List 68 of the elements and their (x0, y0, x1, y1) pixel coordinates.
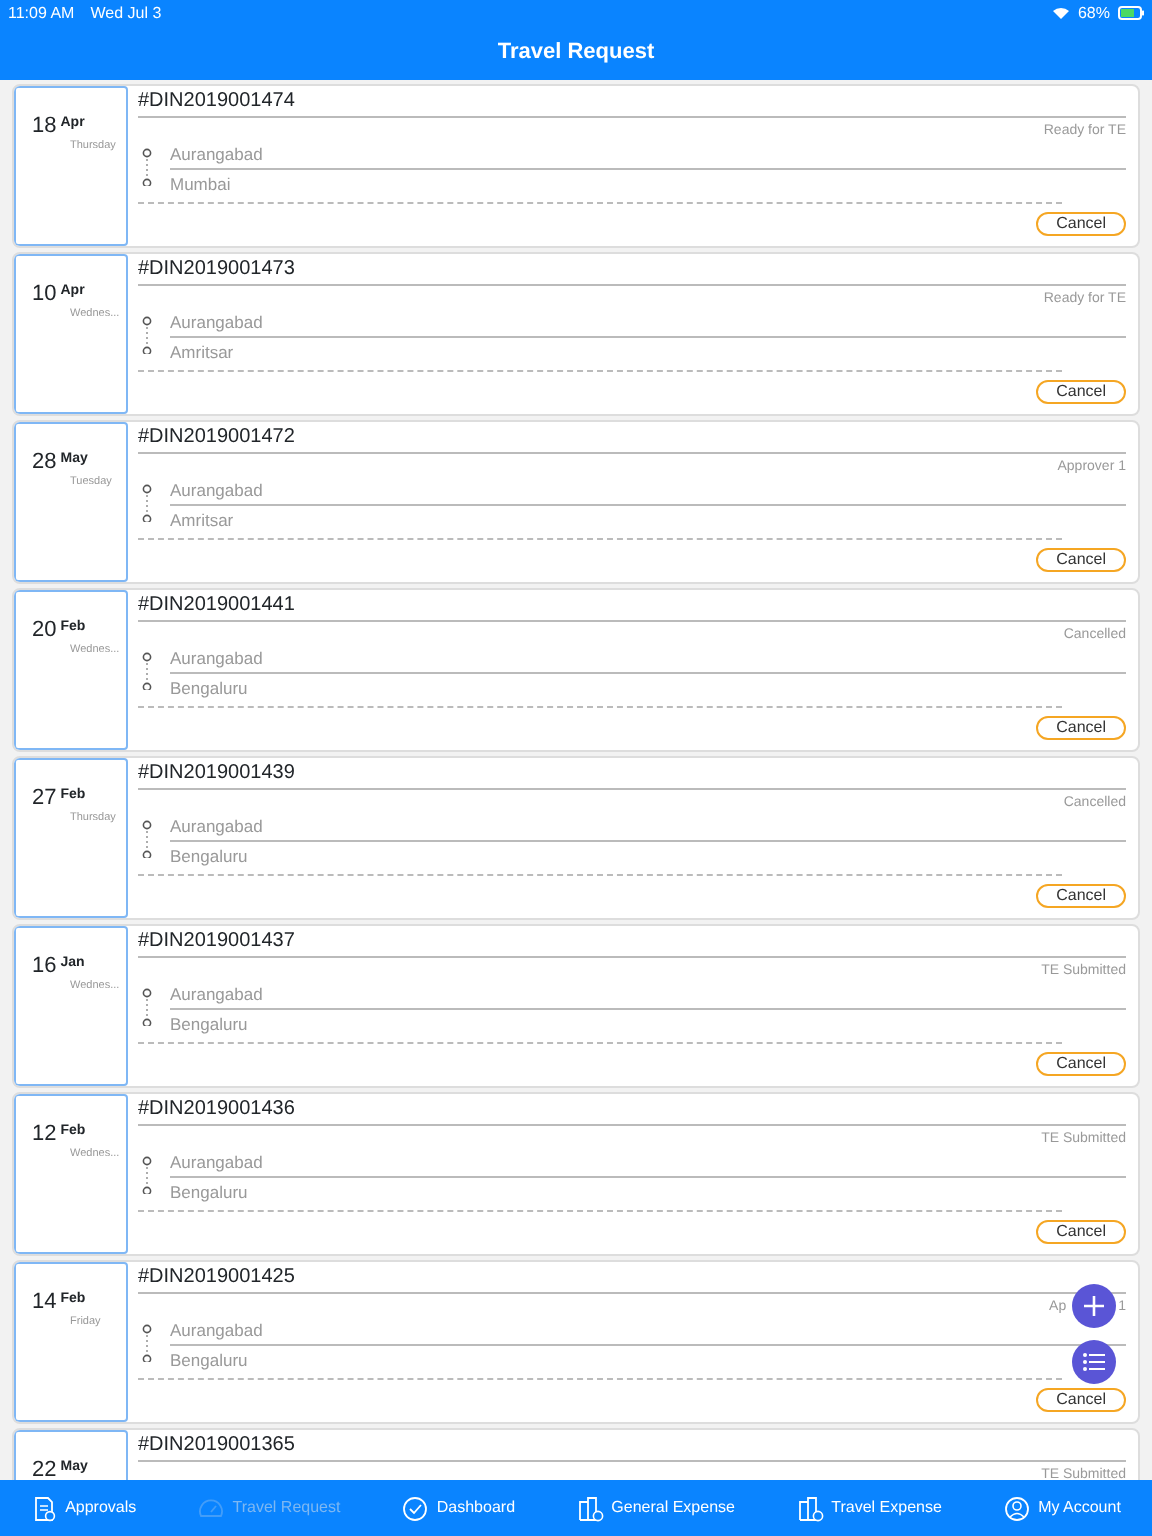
day-number: 27 (32, 788, 57, 810)
list-icon (1082, 1352, 1106, 1372)
day-number: 28 (32, 452, 57, 474)
cancel-button[interactable]: Cancel (1036, 1388, 1126, 1412)
tab-item[interactable]: My Account (1004, 1495, 1121, 1521)
wifi-icon (1051, 6, 1070, 20)
time: 11:09 AM (8, 1, 75, 25)
origin-city: Aurangabad (170, 984, 263, 1006)
destination-city: Amritsar (170, 342, 234, 364)
request-id: #DIN2019001365 (138, 1434, 1126, 1462)
route-dots-icon (142, 1156, 152, 1194)
plus-icon (1082, 1294, 1106, 1318)
battery-icon (1118, 6, 1144, 20)
destination-city: Amritsar (170, 510, 234, 532)
building-icon (577, 1495, 604, 1521)
origin-city: Aurangabad (170, 1320, 263, 1342)
day-number: 12 (32, 1124, 57, 1146)
cancel-button[interactable]: Cancel (1036, 212, 1126, 236)
day-number: 20 (32, 620, 57, 642)
origin-city: Aurangabad (170, 648, 263, 670)
destination-city: Bengaluru (170, 846, 248, 868)
request-id: #DIN2019001437 (138, 930, 1126, 958)
route-dots-icon (142, 820, 152, 858)
document-icon (31, 1495, 58, 1521)
check-circle-icon (402, 1495, 429, 1521)
person-circle-icon (1004, 1495, 1031, 1521)
origin-city: Aurangabad (170, 480, 263, 502)
origin-city: Aurangabad (170, 1152, 263, 1174)
request-id: #DIN2019001472 (138, 426, 1126, 454)
route-dots-icon (142, 988, 152, 1026)
route-dots-icon (142, 652, 152, 690)
request-id: #DIN2019001441 (138, 594, 1126, 622)
destination-city: Mumbai (170, 174, 231, 196)
tab-item[interactable]: Travel Expense (797, 1495, 942, 1521)
request-id: #DIN2019001436 (138, 1098, 1126, 1126)
origin-city: Aurangabad (170, 312, 263, 334)
screen-title: Travel Request (497, 37, 655, 68)
route-dots-icon (142, 1324, 152, 1362)
tab-item[interactable]: Dashboard (402, 1495, 516, 1521)
destination-city: Bengaluru (170, 1014, 248, 1036)
destination-city: Bengaluru (170, 678, 248, 700)
route-dots-icon (142, 316, 152, 354)
date: Wed Jul 3 (90, 1, 162, 25)
route-dots-icon (142, 484, 152, 522)
request-id: #DIN2019001474 (138, 90, 1126, 118)
battery-percent: 68% (1077, 1, 1110, 25)
route-dots-icon (142, 148, 152, 186)
day-number: 18 (32, 116, 57, 138)
cancel-button[interactable]: Cancel (1036, 884, 1126, 908)
request-id: #DIN2019001439 (138, 762, 1126, 790)
tab-item[interactable]: Approvals (31, 1495, 137, 1521)
cancel-button[interactable]: Cancel (1036, 1220, 1126, 1244)
day-number: 10 (32, 284, 57, 306)
day-number: 16 (32, 956, 57, 978)
tab-item[interactable]: General Expense (577, 1495, 735, 1521)
origin-city: Aurangabad (170, 144, 263, 166)
cancel-button[interactable]: Cancel (1036, 716, 1126, 740)
destination-city: Bengaluru (170, 1182, 248, 1204)
cancel-button[interactable]: Cancel (1036, 1052, 1126, 1076)
building-icon (797, 1495, 824, 1521)
cancel-button[interactable]: Cancel (1036, 380, 1126, 404)
origin-city: Aurangabad (170, 816, 263, 838)
gauge-icon (198, 1495, 225, 1521)
cancel-button[interactable]: Cancel (1036, 548, 1126, 572)
request-id: #DIN2019001473 (138, 258, 1126, 286)
destination-city: Bengaluru (170, 1350, 248, 1372)
day-number: 14 (32, 1292, 57, 1314)
day-number: 22 (32, 1460, 57, 1480)
